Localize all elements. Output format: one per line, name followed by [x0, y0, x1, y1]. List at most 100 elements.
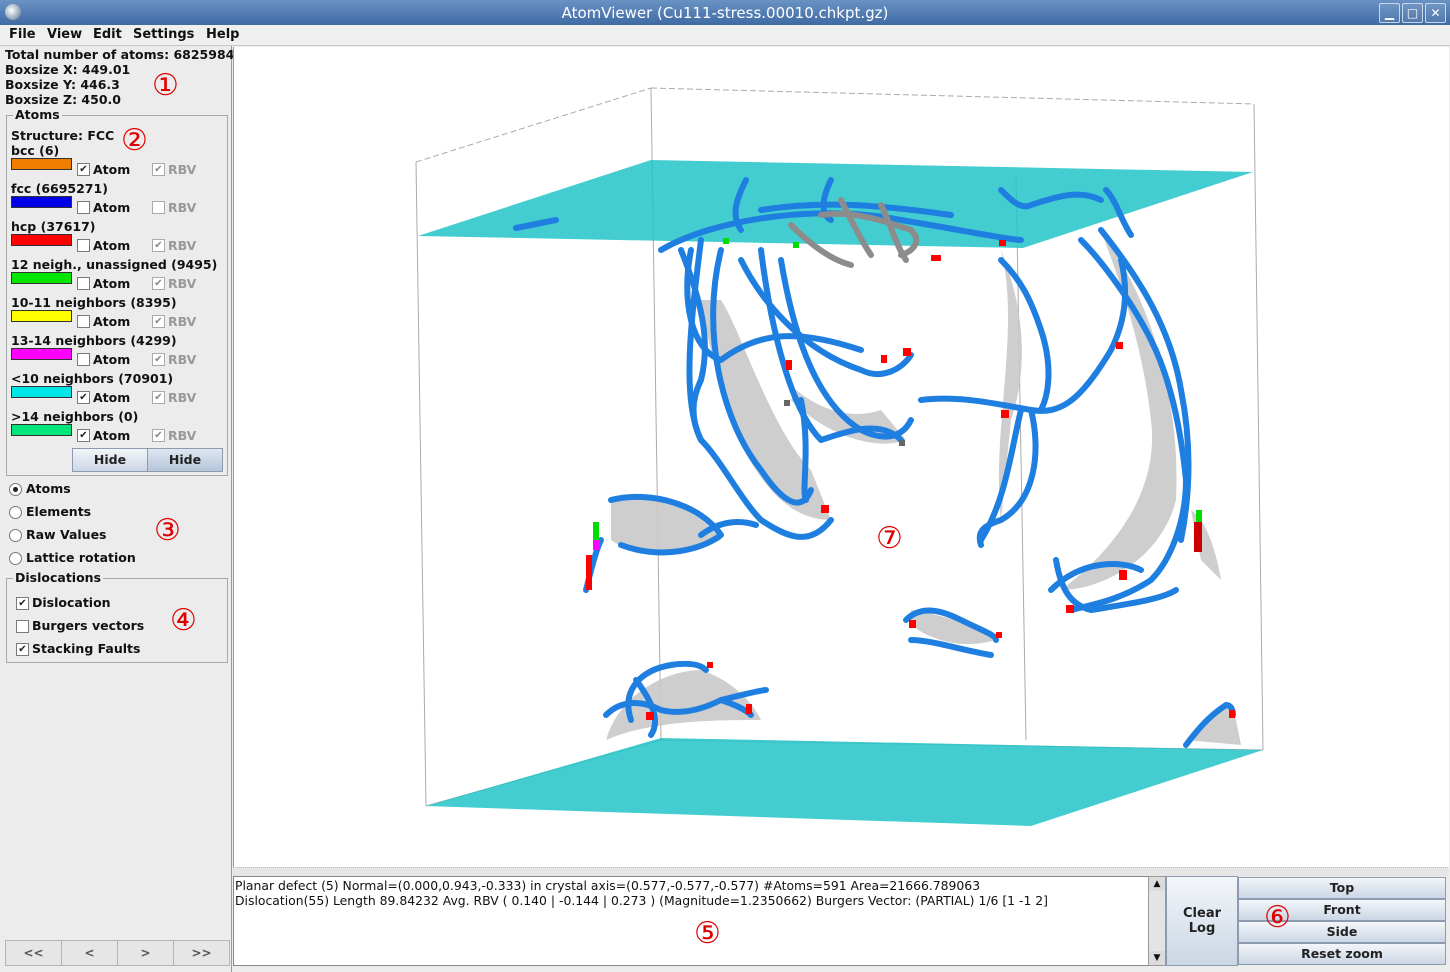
- log-line: Planar defect (5) Normal=(0.000,0.943,-0…: [235, 878, 981, 893]
- rbv-checkbox[interactable]: ✔: [152, 163, 165, 176]
- dislocation-checkbox[interactable]: ✔: [16, 597, 29, 610]
- rbv-checkbox-label: RBV: [168, 390, 197, 405]
- atom-type-label: bcc (6): [11, 143, 60, 158]
- rbv-checkbox[interactable]: ✔: [152, 277, 165, 290]
- nav-last-button[interactable]: >>: [173, 940, 230, 966]
- boxsize-y: Boxsize Y: 446.3: [5, 77, 120, 92]
- dislocation-checkbox-label[interactable]: Dislocation: [32, 595, 111, 610]
- dislocation-checkbox[interactable]: ✔: [16, 643, 29, 656]
- structure-label: Structure: FCC: [11, 128, 115, 143]
- menu-edit[interactable]: Edit: [93, 27, 122, 42]
- atom-color-swatch[interactable]: [11, 348, 72, 360]
- rbv-checkbox-label: RBV: [168, 276, 197, 291]
- title-bar: AtomViewer (Cu111-stress.00010.chkpt.gz)…: [0, 0, 1450, 25]
- atom-type-label: 12 neigh., unassigned (9495): [11, 257, 218, 272]
- color-mode-label[interactable]: Elements: [26, 504, 91, 519]
- atom-color-swatch[interactable]: [11, 158, 72, 170]
- atom-checkbox-label: Atom: [93, 238, 131, 253]
- maximize-button[interactable]: □: [1402, 3, 1423, 23]
- atom-visibility-checkbox[interactable]: [77, 353, 90, 366]
- color-mode-label[interactable]: Atoms: [26, 481, 71, 496]
- close-button[interactable]: ✕: [1425, 3, 1446, 23]
- atom-visibility-checkbox[interactable]: [77, 315, 90, 328]
- annotation-5: ⑤: [694, 916, 721, 951]
- atom-visibility-checkbox[interactable]: [77, 201, 90, 214]
- menu-bar: File View Edit Settings Help: [0, 25, 1450, 46]
- dislocation-checkbox[interactable]: [16, 620, 29, 633]
- atom-checkbox-label: Atom: [93, 162, 131, 177]
- rbv-checkbox-label: RBV: [168, 428, 197, 443]
- atom-checkbox-label: Atom: [93, 276, 131, 291]
- annotation-2: ②: [121, 123, 148, 158]
- atom-visibility-checkbox[interactable]: [77, 239, 90, 252]
- rbv-checkbox[interactable]: ✔: [152, 239, 165, 252]
- dislocation-lines: [513, 177, 1236, 748]
- atom-color-swatch[interactable]: [11, 386, 72, 398]
- color-mode-radio[interactable]: [9, 529, 22, 542]
- atom-visibility-checkbox[interactable]: ✔: [77, 429, 90, 442]
- nav-next-button[interactable]: >: [117, 940, 174, 966]
- atom-type-label: 10-11 neighbors (8395): [11, 295, 177, 310]
- atom-visibility-checkbox[interactable]: ✔: [77, 163, 90, 176]
- log-panel[interactable]: Planar defect (5) Normal=(0.000,0.943,-0…: [233, 876, 1149, 966]
- dislocation-checkbox-label[interactable]: Burgers vectors: [32, 618, 144, 633]
- nav-prev-button[interactable]: <: [61, 940, 118, 966]
- log-line: Dislocation(55) Length 89.84232 Avg. RBV…: [235, 893, 1048, 908]
- atoms-legend: Atoms: [13, 107, 62, 122]
- reset-zoom-button[interactable]: Reset zoom: [1238, 943, 1446, 965]
- color-mode-label[interactable]: Lattice rotation: [26, 550, 136, 565]
- atom-type-label: 13-14 neighbors (4299): [11, 333, 177, 348]
- minimize-button[interactable]: ▁: [1379, 3, 1400, 23]
- atoms-panel: Atoms Structure: FCC ② bcc (6) ✔ Atom ✔ RBV f…: [6, 107, 228, 476]
- 3d-viewport[interactable]: ⑦: [233, 47, 1449, 867]
- annotation-3: ③: [154, 513, 181, 548]
- color-mode-radio[interactable]: [9, 506, 22, 519]
- atom-checkbox-label: Atom: [93, 200, 131, 215]
- color-mode-radio[interactable]: [9, 552, 22, 565]
- color-mode-radio[interactable]: [9, 483, 22, 496]
- scroll-down-icon[interactable]: ▼: [1149, 951, 1165, 965]
- annotation-7: ⑦: [876, 521, 903, 556]
- hide-rbv-button[interactable]: Hide: [147, 448, 223, 472]
- view-top-button[interactable]: Top: [1238, 877, 1446, 899]
- rbv-checkbox[interactable]: [152, 201, 165, 214]
- atom-checkbox-label: Atom: [93, 428, 131, 443]
- atom-color-swatch[interactable]: [11, 424, 72, 436]
- total-atoms: Total number of atoms: 6825984: [5, 47, 235, 62]
- annotation-6: ⑥: [1264, 900, 1291, 935]
- atom-color-swatch[interactable]: [11, 196, 72, 208]
- rbv-checkbox[interactable]: ✔: [152, 429, 165, 442]
- log-scrollbar[interactable]: ▲ ▼: [1148, 876, 1166, 966]
- atom-color-swatch[interactable]: [11, 234, 72, 246]
- atom-color-swatch[interactable]: [11, 310, 72, 322]
- bottom-surface: [426, 738, 1263, 826]
- dislocation-checkbox-label[interactable]: Stacking Faults: [32, 641, 140, 656]
- atom-color-swatch[interactable]: [11, 272, 72, 284]
- atom-type-label: fcc (6695271): [11, 181, 108, 196]
- atom-type-label: hcp (37617): [11, 219, 96, 234]
- color-mode-label[interactable]: Raw Values: [26, 527, 107, 542]
- menu-help[interactable]: Help: [206, 27, 239, 42]
- menu-view[interactable]: View: [47, 27, 82, 42]
- atom-type-label: >14 neighbors (0): [11, 409, 139, 424]
- split-divider[interactable]: [233, 867, 1448, 876]
- simulation-render[interactable]: [234, 47, 1449, 867]
- boxsize-z: Boxsize Z: 450.0: [5, 92, 121, 107]
- menu-settings[interactable]: Settings: [133, 27, 194, 42]
- rbv-checkbox-label: RBV: [168, 238, 197, 253]
- dislocations-legend: Dislocations: [13, 570, 104, 585]
- rbv-checkbox-label: RBV: [168, 162, 197, 177]
- rbv-checkbox[interactable]: ✔: [152, 315, 165, 328]
- menu-file[interactable]: File: [9, 27, 36, 42]
- scroll-up-icon[interactable]: ▲: [1149, 877, 1165, 891]
- atom-visibility-checkbox[interactable]: ✔: [77, 391, 90, 404]
- rbv-checkbox[interactable]: ✔: [152, 353, 165, 366]
- rbv-checkbox-label: RBV: [168, 200, 197, 215]
- clear-log-button[interactable]: Clear Log: [1166, 876, 1238, 966]
- annotation-1: ①: [152, 68, 179, 103]
- atom-visibility-checkbox[interactable]: [77, 277, 90, 290]
- boxsize-x: Boxsize X: 449.01: [5, 62, 131, 77]
- rbv-checkbox[interactable]: ✔: [152, 391, 165, 404]
- nav-first-button[interactable]: <<: [5, 940, 62, 966]
- hide-atoms-button[interactable]: Hide: [72, 448, 148, 472]
